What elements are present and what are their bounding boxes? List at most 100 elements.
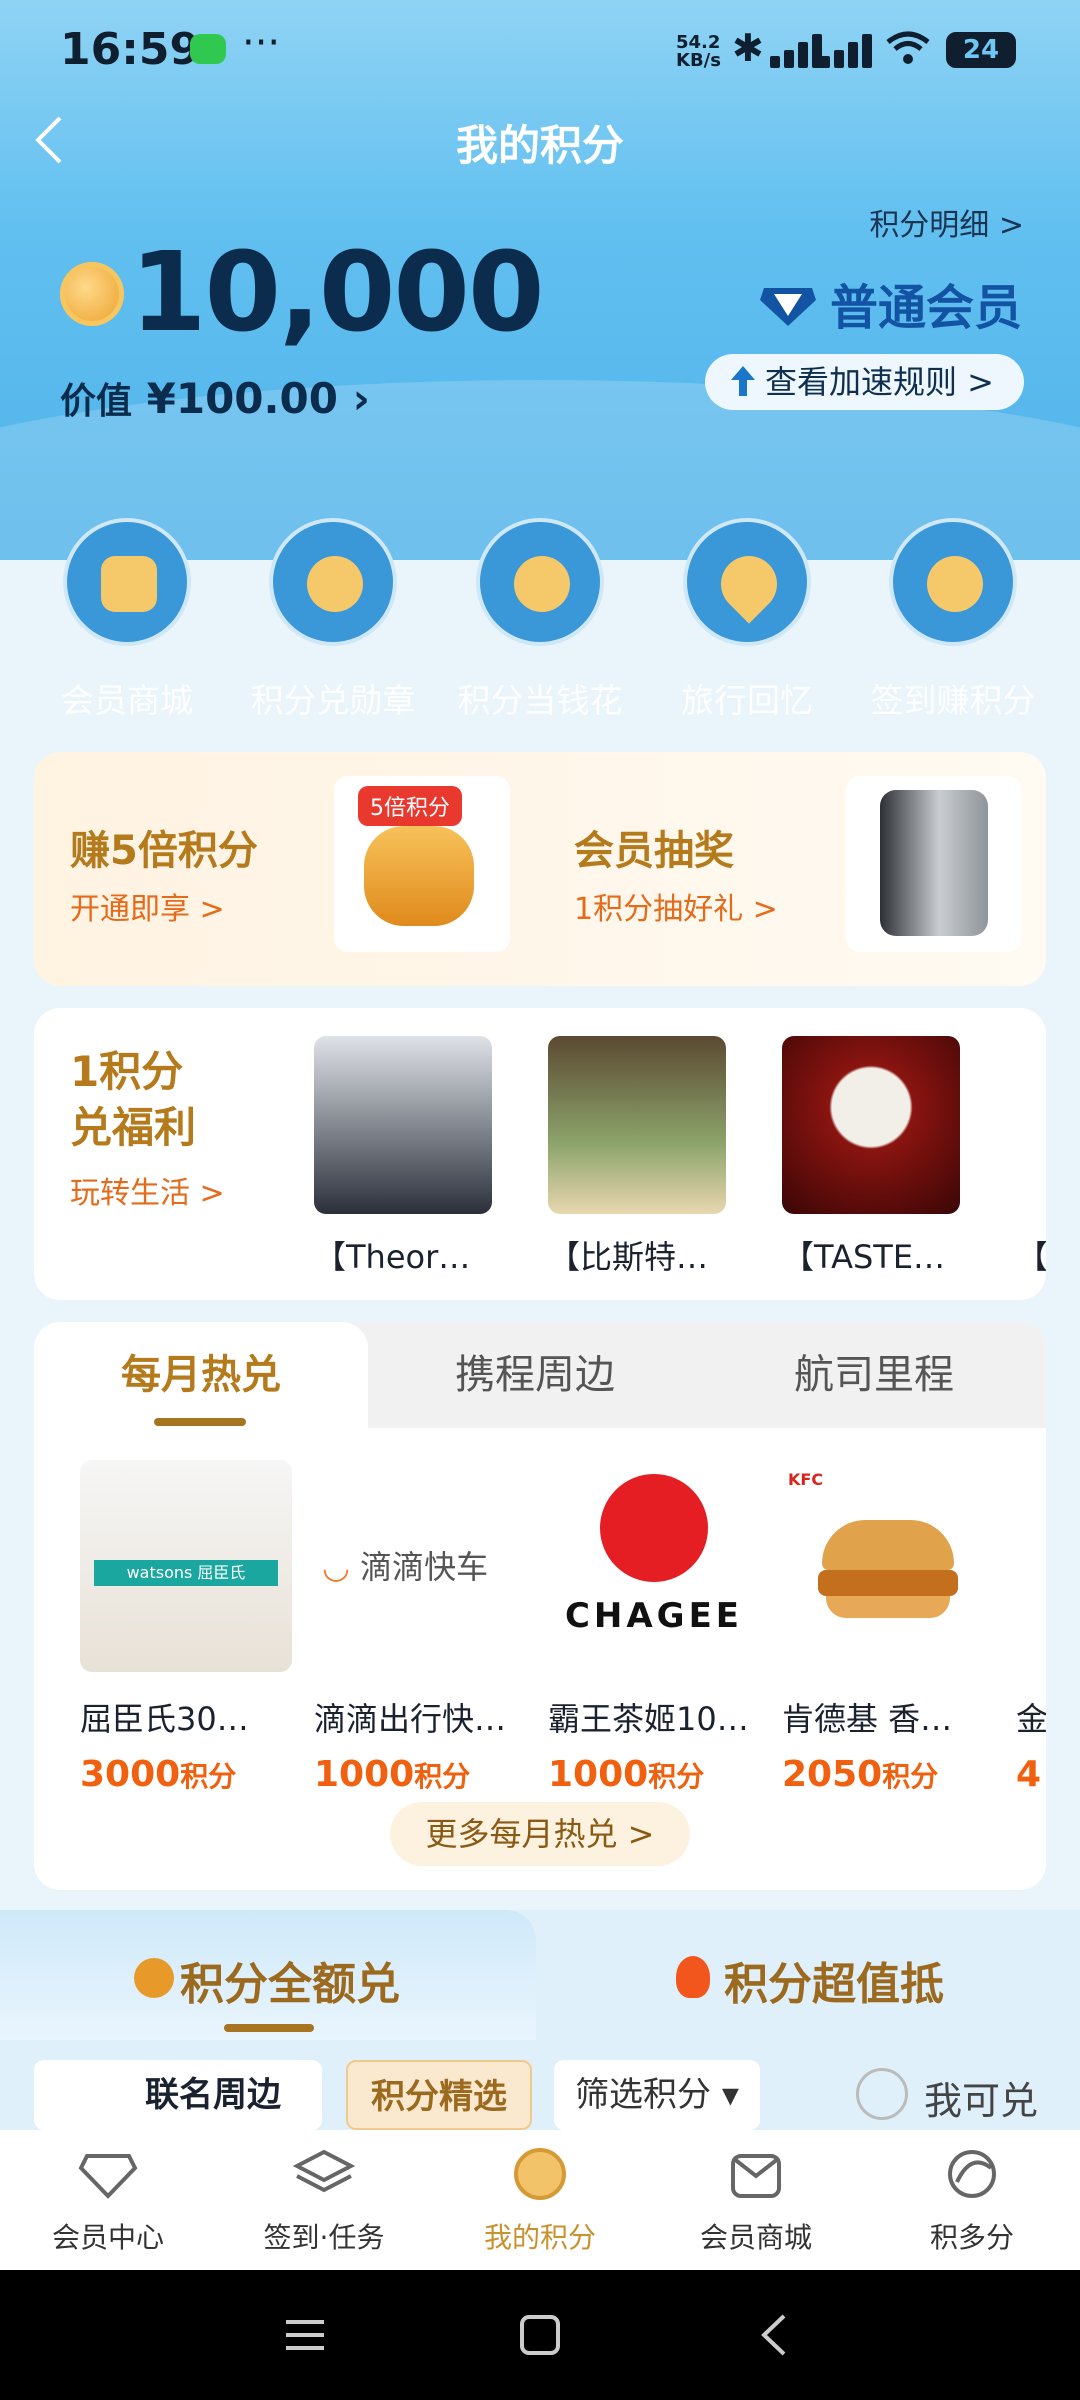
tab-value-deduction-label: 积分超值抵 — [724, 1959, 944, 2010]
lottery-phone-image[interactable] — [846, 776, 1022, 952]
benefit-caption: 【Theor… — [314, 1238, 471, 1276]
active-tab-indicator — [224, 2024, 314, 2032]
wifi-icon — [886, 31, 930, 64]
quick-points-cash[interactable]: 积分当钱花 — [437, 518, 643, 722]
benefit-image — [314, 1036, 492, 1214]
price-unit: 积分 — [180, 1760, 237, 1793]
map-pin-icon — [683, 518, 811, 646]
nav-member-center[interactable]: 会员中心 — [0, 2146, 216, 2256]
nav-my-points[interactable]: 我的积分 — [432, 2146, 648, 2256]
product-price: 4 — [1016, 1754, 1046, 1795]
mall-icon — [731, 2154, 781, 2198]
hot-product[interactable]: watsons 屈臣氏 屈臣氏30… 3000积分 — [80, 1460, 292, 1795]
quick-member-mall[interactable]: 会员商城 — [24, 518, 230, 722]
battery-indicator: 24 — [946, 32, 1016, 68]
five-times-points-image[interactable]: 5倍积分 — [334, 776, 510, 952]
chagee-logo-icon — [600, 1474, 708, 1582]
bluetooth-icon: ✱ — [732, 26, 764, 70]
product-name: 滴滴出行快… — [314, 1700, 507, 1738]
chevron-right-icon: › — [352, 374, 370, 423]
tab-full-exchange[interactable]: 积分全额兑 — [0, 1910, 536, 2040]
tab-ctrip[interactable]: 携程周边 — [368, 1322, 702, 1428]
benefit-caption: 【TASTE… — [782, 1238, 946, 1276]
arrow-up-icon — [731, 366, 755, 396]
quick-medal[interactable]: 积分兑勋章 — [230, 518, 436, 722]
quick-actions: 会员商城 积分兑勋章 积分当钱花 旅行回忆 签到赚积分 — [0, 500, 1080, 750]
benefit-image — [1016, 1036, 1046, 1214]
member-mall-icon — [63, 518, 191, 646]
points-coin-icon — [476, 518, 604, 646]
burger-patty-icon — [818, 1570, 958, 1596]
promo-left-title[interactable]: 赚5倍积分 — [70, 818, 258, 876]
hot-product[interactable]: 金 4 — [1016, 1460, 1046, 1795]
points-coin-icon — [514, 2148, 566, 2200]
network-speed: 54.2 KB/s — [676, 32, 721, 71]
product-brand: CHAGEE — [564, 1596, 744, 1636]
burger-bun-icon — [822, 1520, 954, 1570]
hot-product[interactable]: CHAGEE 霸王茶姬10… 1000积分 — [548, 1460, 760, 1795]
quick-travel-memory[interactable]: 旅行回忆 — [644, 518, 850, 722]
quick-action-label: 签到赚积分 — [870, 681, 1036, 720]
price-value: 2050 — [782, 1754, 883, 1795]
status-bar: 16:59 ··· 54.2 KB/s ✱ 24 — [0, 0, 1080, 100]
product-price: 3000积分 — [80, 1754, 292, 1795]
points-value[interactable]: 价值 ¥100.00 › — [60, 372, 370, 424]
nav-checkin-tasks[interactable]: 签到·任务 — [216, 2146, 432, 2256]
hot-tabs: 每月热兑 携程周边 航司里程 — [34, 1322, 1046, 1428]
nav-member-mall[interactable]: 会员商城 — [648, 2146, 864, 2256]
filter-selected[interactable]: 积分精选 — [346, 2060, 532, 2130]
diamond-icon — [78, 2154, 138, 2199]
promo-card: 赚5倍积分 开通即享 > 5倍积分 会员抽奖 1积分抽好礼 > — [34, 752, 1046, 986]
filter-points-dropdown[interactable]: 筛选积分 ▾ — [554, 2060, 760, 2130]
nav-label: 积多分 — [929, 2221, 1014, 2254]
promo-left-link[interactable]: 开通即享 > — [70, 884, 225, 928]
price-value: 1000 — [548, 1754, 649, 1795]
benefit-item[interactable]: 【Theor… — [314, 1036, 492, 1278]
coin-stack-icon — [364, 826, 474, 926]
coin-stack-icon — [889, 518, 1017, 646]
page-title: 我的积分 — [455, 121, 624, 170]
medal-icon — [269, 518, 397, 646]
product-brand: ◡ 滴滴快车 — [322, 1548, 489, 1586]
can-exchange-radio[interactable] — [856, 2068, 908, 2120]
nav-label: 会员中心 — [51, 2221, 164, 2254]
benefits-link[interactable]: 玩转生活 > — [70, 1168, 225, 1212]
benefit-item[interactable]: 【比斯特… — [548, 1036, 726, 1278]
promo-right-link[interactable]: 1积分抽好礼 > — [574, 884, 778, 928]
price-unit: 积分 — [882, 1760, 939, 1793]
filter-co-branded[interactable]: 联名周边 — [34, 2060, 322, 2130]
can-exchange-label[interactable]: 我可兑 — [924, 2070, 1038, 2125]
more-notifications-icon: ··· — [242, 20, 281, 66]
hot-product[interactable]: KFC 肯德基 香… 2050积分 — [782, 1460, 994, 1795]
diamond-icon — [759, 288, 816, 326]
hot-product[interactable]: ◡ 滴滴快车 滴滴出行快… 1000积分 — [314, 1460, 526, 1795]
member-level: 普通会员 — [758, 268, 1022, 338]
signal-icon-2 — [820, 34, 884, 68]
nav-label: 会员商城 — [699, 2221, 812, 2254]
home-icon[interactable] — [518, 2310, 562, 2360]
phone-icon — [880, 790, 988, 936]
speed-rules-label: 查看加速规则 > — [765, 363, 994, 401]
benefit-item[interactable]: 【TASTE… — [782, 1036, 960, 1278]
speed-rules-button[interactable]: 查看加速规则 > — [705, 354, 1024, 410]
promo-right-title[interactable]: 会员抽奖 — [574, 818, 734, 876]
price-unit: 积分 — [648, 1760, 705, 1793]
menu-icon[interactable] — [284, 2310, 326, 2360]
benefits-heading-line1: 1积分 — [70, 1047, 184, 1096]
nav-jiduofen[interactable]: 积多分 — [864, 2146, 1080, 2256]
tab-airline-miles[interactable]: 航司里程 — [702, 1322, 1046, 1428]
product-price: 1000积分 — [548, 1754, 760, 1795]
benefit-item[interactable]: 【 — [1016, 1036, 1046, 1278]
promo-tag: 5倍积分 — [358, 786, 462, 826]
tab-full-exchange-label: 积分全额兑 — [180, 1959, 400, 2010]
nav-label: 我的积分 — [483, 2221, 596, 2254]
benefit-caption: 【 — [1016, 1238, 1046, 1276]
tab-monthly-hot[interactable]: 每月热兑 — [34, 1322, 368, 1428]
quick-checkin[interactable]: 签到赚积分 — [850, 518, 1056, 722]
value-amount: ¥100.00 — [146, 374, 338, 423]
more-monthly-hot-button[interactable]: 更多每月热兑 > — [390, 1802, 690, 1866]
points-detail-link[interactable]: 积分明细 > — [869, 200, 1024, 244]
dolphin-icon — [948, 2150, 996, 2198]
price-value: 4 — [1016, 1754, 1042, 1795]
back-icon[interactable] — [756, 2310, 792, 2360]
